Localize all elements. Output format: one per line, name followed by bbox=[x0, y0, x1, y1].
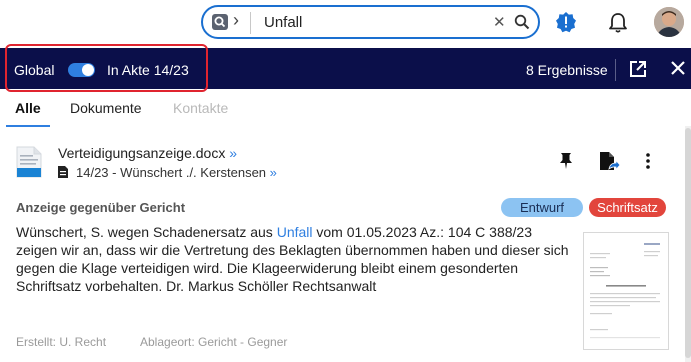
tab-dokumente[interactable]: Dokumente bbox=[70, 100, 142, 116]
search-scope-icon[interactable] bbox=[211, 13, 229, 31]
close-icon[interactable] bbox=[670, 60, 686, 76]
open-case-link[interactable]: » bbox=[270, 165, 277, 180]
case-name[interactable]: 14/23 - Wünschert ./. Kerstensen bbox=[76, 165, 266, 180]
storage-location: Ablageort: Gericht - Gegner bbox=[140, 335, 288, 349]
clear-icon[interactable]: ✕ bbox=[493, 13, 506, 31]
avatar[interactable] bbox=[654, 7, 684, 37]
pin-icon[interactable] bbox=[557, 152, 575, 170]
search-icon[interactable] bbox=[514, 14, 530, 30]
search-divider bbox=[250, 12, 251, 34]
result-title[interactable]: Verteidigungsanzeige.docx » bbox=[58, 145, 237, 161]
type-badge: Schriftsatz bbox=[589, 198, 666, 217]
status-badge-draft: Entwurf bbox=[501, 198, 583, 217]
document-preview-thumbnail[interactable] bbox=[583, 232, 669, 350]
bell-icon[interactable] bbox=[608, 12, 628, 34]
result-count: 8 Ergebnisse bbox=[526, 62, 608, 78]
scrollbar-thumb[interactable] bbox=[685, 128, 691, 358]
open-document-link[interactable]: » bbox=[229, 145, 237, 161]
search-input[interactable]: Unfall bbox=[264, 14, 302, 31]
document-name[interactable]: Verteidigungsanzeige.docx bbox=[58, 145, 225, 161]
result-snippet: Wünschert, S. wegen Schadenersatz aus Un… bbox=[16, 223, 576, 295]
scope-chevron-icon[interactable]: › bbox=[233, 10, 239, 31]
tab-alle[interactable]: Alle bbox=[15, 100, 41, 116]
search-field[interactable]: › Unfall ✕ bbox=[201, 5, 540, 39]
scope-toggle[interactable] bbox=[68, 63, 95, 77]
more-icon[interactable] bbox=[642, 152, 654, 170]
created-by: Erstellt: U. Recht bbox=[16, 335, 107, 349]
toggle-knob bbox=[82, 64, 94, 76]
active-tab-indicator bbox=[6, 125, 50, 127]
docx-file-icon bbox=[16, 146, 42, 178]
snippet-before: Wünschert, S. wegen Schadenersatz aus bbox=[16, 224, 277, 240]
scope-global-label: Global bbox=[14, 62, 55, 78]
send-document-icon[interactable] bbox=[598, 151, 620, 173]
scrollbar[interactable] bbox=[685, 126, 691, 362]
top-bar: › Unfall ✕ bbox=[0, 0, 691, 48]
case-reference[interactable]: 14/23 - Wünschert ./. Kerstensen » bbox=[58, 165, 277, 180]
tab-kontakte[interactable]: Kontakte bbox=[173, 100, 228, 116]
open-external-icon[interactable] bbox=[629, 60, 647, 78]
result-subtitle: Anzeige gegenüber Gericht bbox=[16, 200, 186, 215]
search-hit: Unfall bbox=[276, 224, 313, 240]
alert-icon[interactable] bbox=[555, 11, 577, 33]
result-tabs: Alle Dokumente Kontakte bbox=[0, 89, 691, 127]
case-file-icon bbox=[58, 166, 68, 178]
navbar-divider bbox=[615, 59, 616, 81]
scope-akte-label: In Akte 14/23 bbox=[107, 62, 189, 78]
